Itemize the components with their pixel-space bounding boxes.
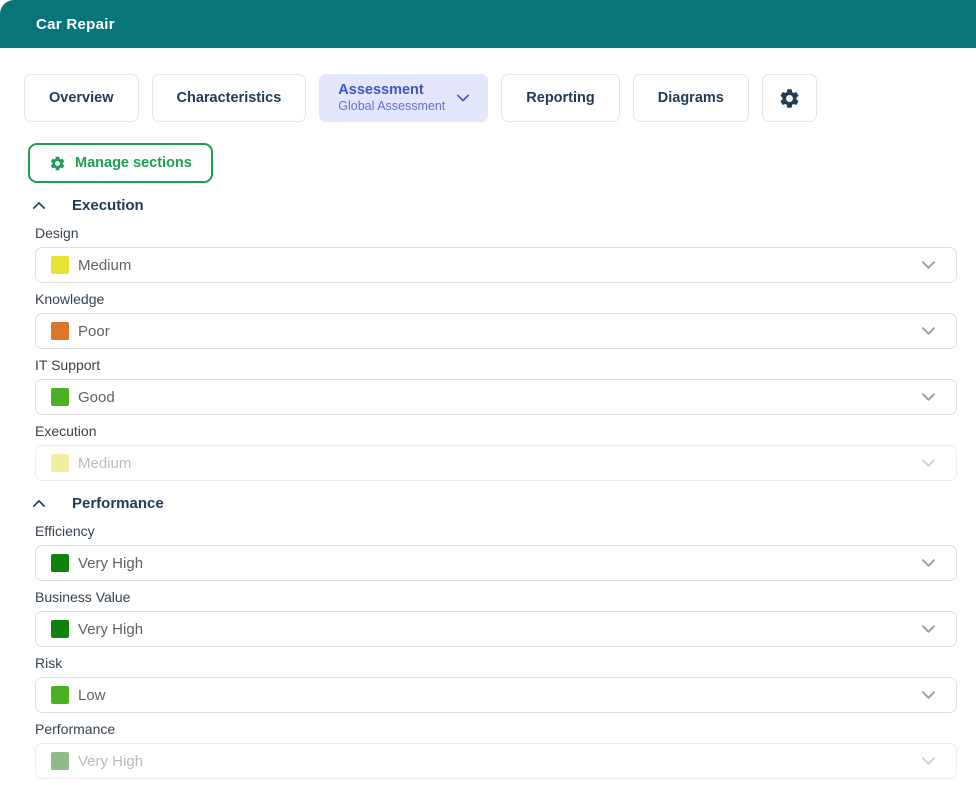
field-label: Knowledge	[35, 292, 957, 307]
tab-settings[interactable]	[762, 74, 817, 122]
assessment-field: Performance Very High	[35, 722, 957, 779]
tab-diagrams[interactable]: Diagrams	[633, 74, 749, 122]
chevron-down-icon	[922, 625, 935, 633]
tab-overview[interactable]: Overview	[24, 74, 139, 122]
rating-value: Very High	[78, 621, 143, 638]
field-label: Execution	[35, 424, 957, 439]
section-title: Execution	[72, 197, 144, 214]
rating-dropdown[interactable]: Very High	[35, 545, 957, 581]
gear-icon	[778, 87, 801, 110]
tab-characteristics[interactable]: Characteristics	[152, 74, 307, 122]
assessment-field: IT Support Good	[35, 358, 957, 415]
rating-dropdown[interactable]: Poor	[35, 313, 957, 349]
tab-assessment[interactable]: Assessment Global Assessment	[319, 74, 488, 122]
assessment-sections: Execution Design Medium Knowledge Poor I…	[0, 197, 976, 779]
rating-color-swatch	[51, 554, 69, 572]
rating-dropdown[interactable]: Low	[35, 677, 957, 713]
rating-value: Poor	[78, 323, 110, 340]
section-header[interactable]: Performance	[33, 495, 976, 512]
assessment-field: Efficiency Very High	[35, 524, 957, 581]
rating-color-swatch	[51, 322, 69, 340]
section-fields: Efficiency Very High Business Value Very…	[0, 524, 976, 779]
rating-dropdown: Medium	[35, 445, 957, 481]
assessment-field: Design Medium	[35, 226, 957, 283]
tab-assessment-sublabel: Global Assessment	[338, 99, 445, 115]
rating-color-swatch	[51, 454, 69, 472]
rating-color-swatch	[51, 752, 69, 770]
chevron-down-icon	[922, 559, 935, 567]
rating-color-swatch	[51, 388, 69, 406]
rating-value: Medium	[78, 257, 131, 274]
rating-dropdown: Very High	[35, 743, 957, 779]
chevron-down-icon	[922, 327, 935, 335]
field-label: Business Value	[35, 590, 957, 605]
assessment-field: Business Value Very High	[35, 590, 957, 647]
section: Execution Design Medium Knowledge Poor I…	[0, 197, 976, 481]
assessment-field: Knowledge Poor	[35, 292, 957, 349]
field-label: IT Support	[35, 358, 957, 373]
chevron-down-icon	[922, 459, 935, 467]
rating-value: Medium	[78, 455, 131, 472]
tab-assessment-text: Assessment Global Assessment	[338, 81, 445, 115]
chevron-up-icon	[33, 500, 47, 507]
tab-assessment-label: Assessment	[338, 81, 423, 99]
rating-dropdown[interactable]: Medium	[35, 247, 957, 283]
manage-sections-label: Manage sections	[75, 155, 192, 171]
page-title: Car Repair	[36, 16, 115, 33]
rating-color-swatch	[51, 620, 69, 638]
rating-value: Very High	[78, 555, 143, 572]
assessment-field: Risk Low	[35, 656, 957, 713]
rating-dropdown[interactable]: Very High	[35, 611, 957, 647]
section: Performance Efficiency Very High Busines…	[0, 495, 976, 779]
field-label: Efficiency	[35, 524, 957, 539]
section-header[interactable]: Execution	[33, 197, 976, 214]
app-header: Car Repair	[0, 0, 976, 48]
chevron-down-icon	[922, 691, 935, 699]
rating-dropdown[interactable]: Good	[35, 379, 957, 415]
chevron-down-icon	[457, 94, 469, 102]
field-label: Design	[35, 226, 957, 241]
section-fields: Design Medium Knowledge Poor IT Support …	[0, 226, 976, 481]
tab-reporting[interactable]: Reporting	[501, 74, 619, 122]
chevron-down-icon	[922, 757, 935, 765]
chevron-down-icon	[922, 261, 935, 269]
assessment-field: Execution Medium	[35, 424, 957, 481]
manage-sections-button[interactable]: Manage sections	[28, 143, 213, 183]
rating-value: Low	[78, 687, 106, 704]
field-label: Risk	[35, 656, 957, 671]
rating-value: Good	[78, 389, 115, 406]
field-label: Performance	[35, 722, 957, 737]
rating-color-swatch	[51, 686, 69, 704]
gear-icon	[49, 155, 66, 172]
rating-color-swatch	[51, 256, 69, 274]
section-title: Performance	[72, 495, 164, 512]
rating-value: Very High	[78, 753, 143, 770]
chevron-down-icon	[922, 393, 935, 401]
chevron-up-icon	[33, 202, 47, 209]
tab-bar: Overview Characteristics Assessment Glob…	[24, 74, 976, 122]
